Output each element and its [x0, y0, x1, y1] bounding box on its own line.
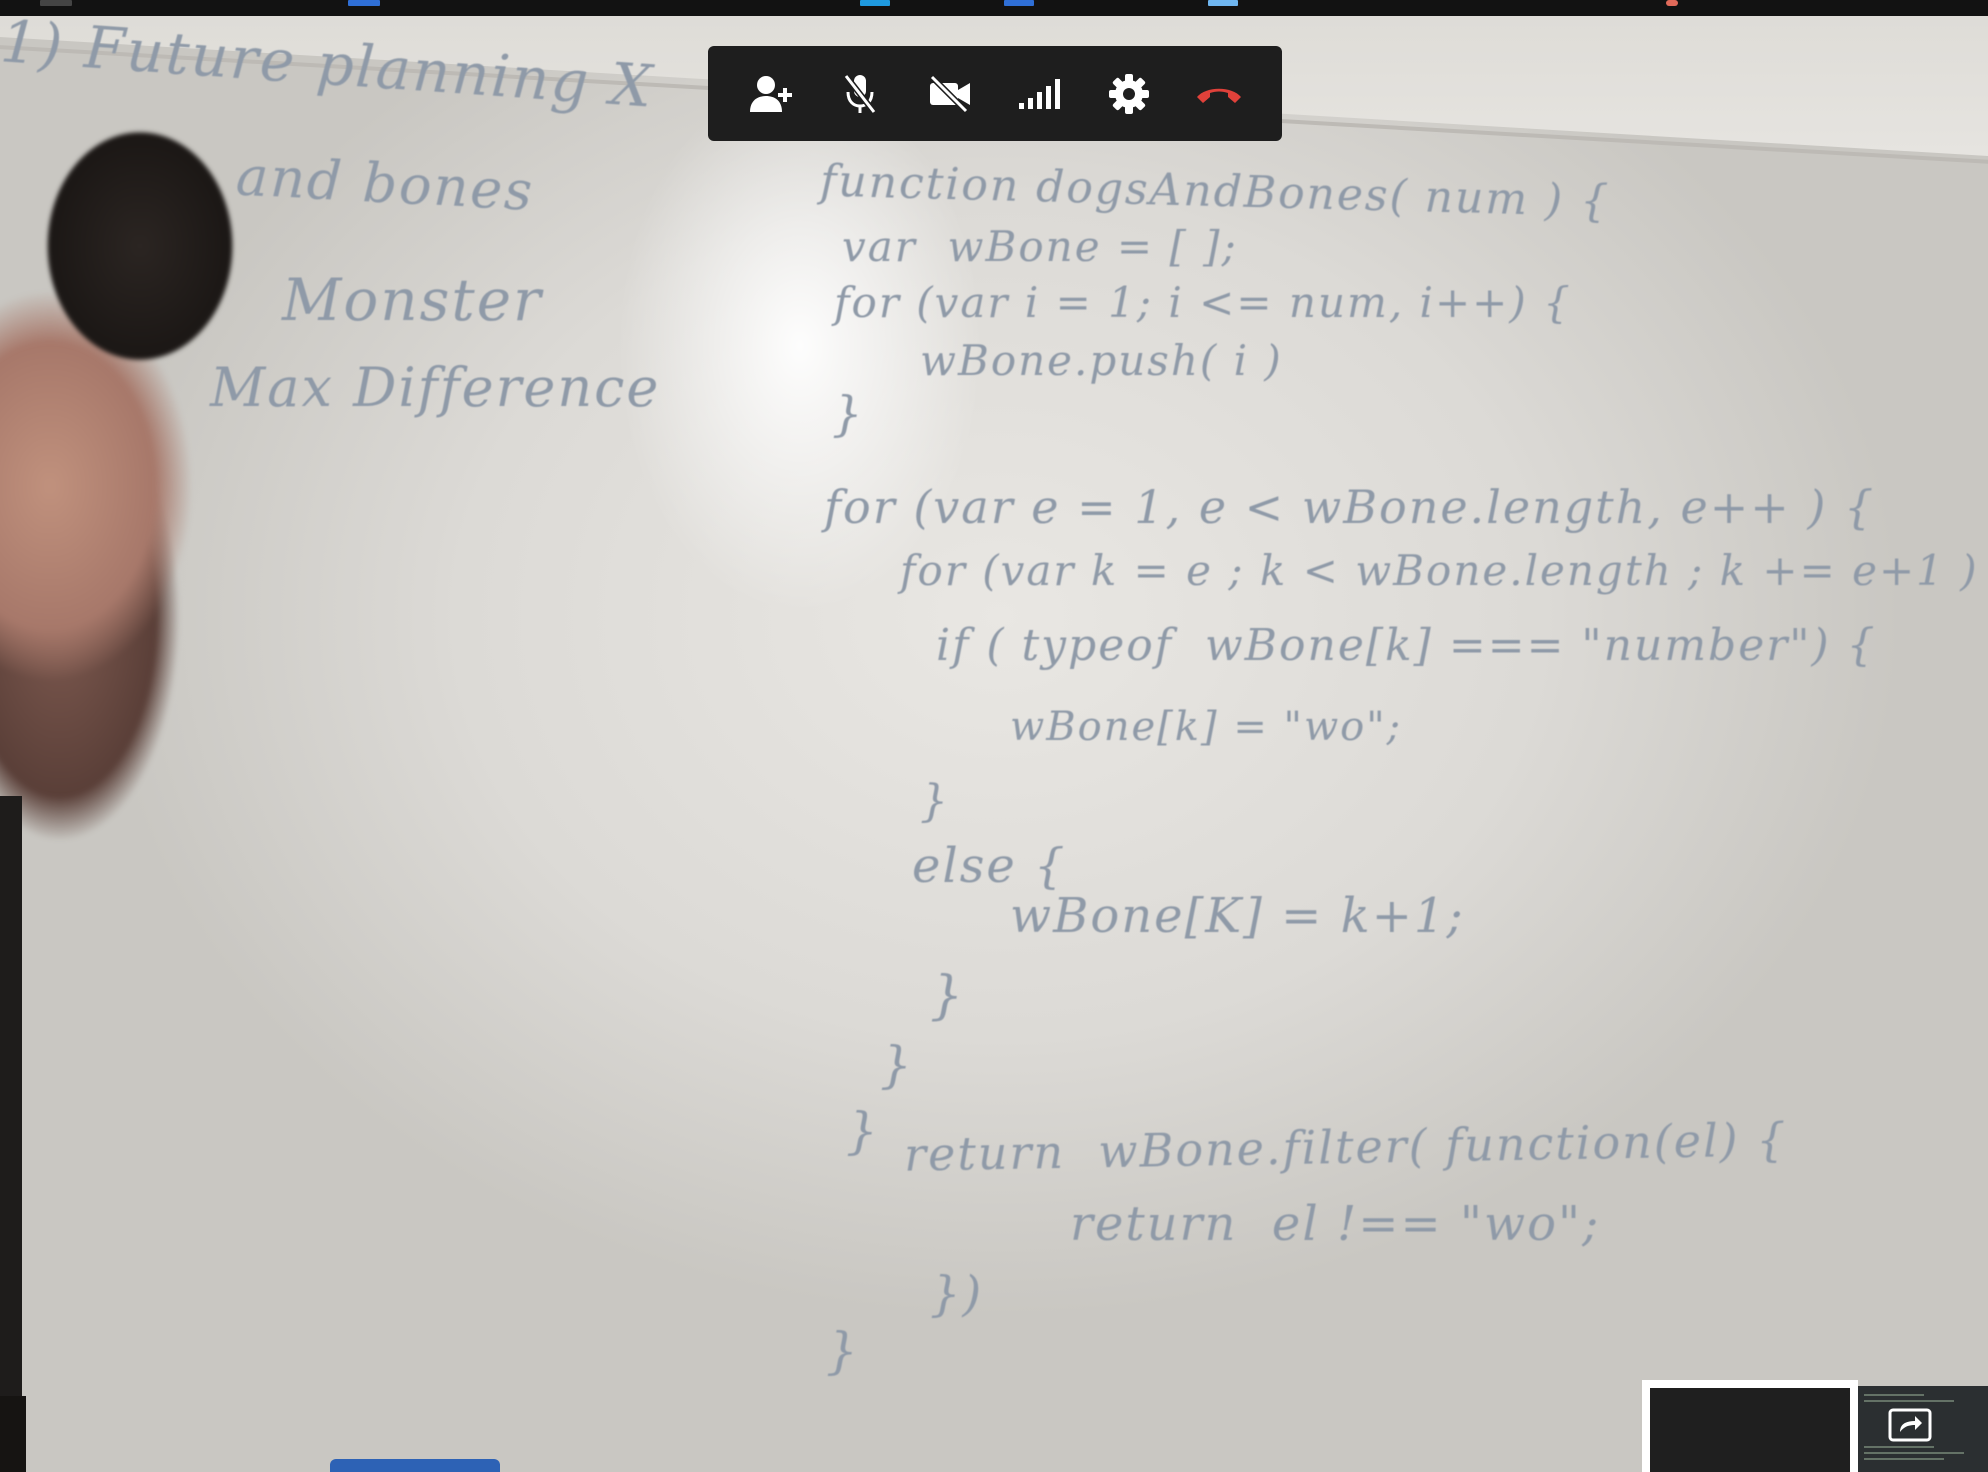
code-line-8: if ( typeof wBone[k] === "number") { — [936, 620, 1877, 671]
mic-off-icon — [844, 73, 877, 114]
hang-up-button[interactable] — [1189, 64, 1249, 124]
add-person-icon — [749, 75, 792, 112]
code-line-4: wBone.push( i ) — [920, 336, 1283, 385]
code-line-11: else { — [912, 838, 1067, 894]
code-line-12: wBone[K] = k+1; — [1010, 888, 1465, 944]
code-line-13: } — [930, 966, 966, 1026]
code-line-7: for (var k = e ; k < wBone.length ; k +=… — [900, 546, 1979, 595]
mute-microphone-button[interactable] — [830, 64, 890, 124]
board-topic-3: Monster — [282, 266, 543, 334]
code-line-9: wBone[k] = "wo"; — [1010, 704, 1403, 750]
screen-share-thumbnail[interactable] — [1858, 1386, 1988, 1472]
board-topic-4: Max Difference — [210, 356, 661, 419]
presenter-body — [0, 796, 22, 1466]
os-top-bar — [0, 0, 1988, 16]
remote-video-feed: 1) Future planning X and bones Monster M… — [0, 16, 1988, 1472]
add-people-button[interactable] — [741, 64, 801, 124]
code-line-1: function dogsAndBones( num ) { — [819, 155, 1611, 228]
code-line-3: for (var i = 1; i <= num, i++) { — [834, 278, 1572, 327]
turn-off-camera-button[interactable] — [920, 64, 980, 124]
blue-object — [330, 1459, 500, 1472]
board-topic-2: and bones — [234, 144, 536, 223]
code-line-5: } — [832, 386, 865, 442]
settings-gear-icon — [1109, 73, 1150, 114]
code-line-2: var wBone = [ ]; — [842, 222, 1238, 271]
share-screen-icon — [1888, 1408, 1932, 1442]
code-line-15: } — [846, 1102, 880, 1160]
presenter — [0, 56, 260, 876]
call-controls-toolbar — [708, 46, 1282, 141]
code-line-14: } — [880, 1036, 914, 1094]
camera-off-icon — [930, 74, 971, 113]
code-line-6: for (var e = 1, e < wBone.length, e++ ) … — [824, 480, 1876, 534]
code-line-18: }) — [930, 1266, 984, 1322]
hang-up-icon — [1197, 88, 1242, 103]
code-line-17: return el !== "wo"; — [1070, 1196, 1601, 1252]
self-view-thumbnail[interactable] — [1642, 1380, 1858, 1472]
signal-bars-icon — [1018, 78, 1060, 109]
settings-button[interactable] — [1099, 64, 1159, 124]
code-line-19: } — [826, 1322, 860, 1380]
code-line-16: return wBone.filter( function(el) { — [903, 1112, 1788, 1182]
code-line-10: } — [920, 776, 950, 827]
connection-quality-button[interactable] — [1010, 64, 1070, 124]
